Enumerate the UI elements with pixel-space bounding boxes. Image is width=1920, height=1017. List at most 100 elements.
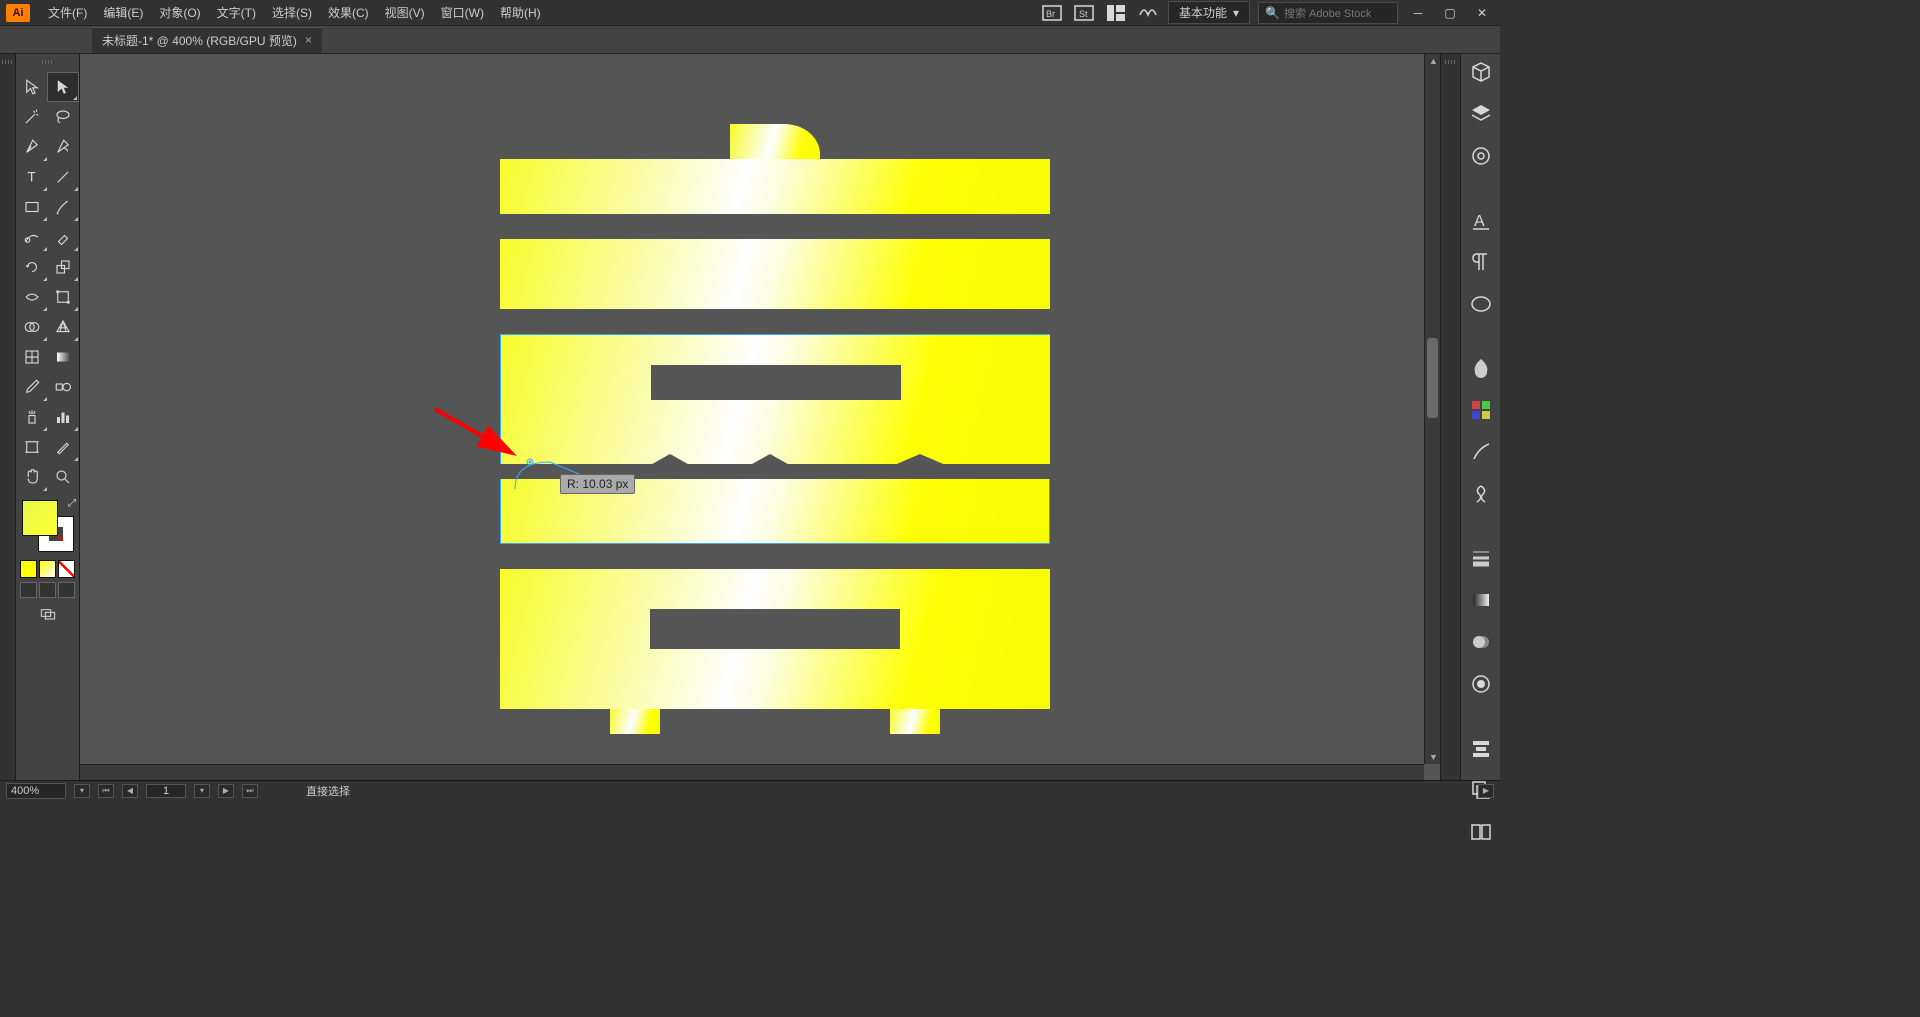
shaper-tool[interactable]: [16, 222, 48, 252]
perspective-grid-tool[interactable]: [48, 312, 80, 342]
eraser-tool[interactable]: [48, 222, 80, 252]
horizontal-scrollbar[interactable]: [80, 764, 1424, 780]
shape-builder-tool[interactable]: [16, 312, 48, 342]
right-dock-grip-icon[interactable]: [1445, 60, 1457, 64]
scroll-up-icon[interactable]: ▲: [1429, 56, 1438, 66]
artboard-number[interactable]: 1: [146, 784, 186, 798]
menu-object[interactable]: 对象(O): [151, 4, 208, 21]
svg-text:A: A: [1474, 213, 1485, 230]
toolbox-grip-icon[interactable]: [42, 60, 54, 64]
menu-file[interactable]: 文件(F): [40, 4, 95, 21]
draw-inside[interactable]: [58, 582, 75, 598]
stock-icon[interactable]: St: [1072, 3, 1096, 23]
scale-tool[interactable]: [48, 252, 80, 282]
zoom-level[interactable]: 400%: [6, 783, 66, 799]
paintbrush-tool[interactable]: [48, 192, 80, 222]
pen-tool[interactable]: [16, 132, 48, 162]
draw-behind[interactable]: [39, 582, 56, 598]
width-tool[interactable]: [16, 282, 48, 312]
window-maximize-icon[interactable]: ▢: [1438, 3, 1462, 23]
free-transform-tool[interactable]: [48, 282, 80, 312]
artboard-tool[interactable]: [16, 432, 48, 462]
symbols-icon[interactable]: [1469, 482, 1493, 506]
artboards-icon[interactable]: [1469, 820, 1493, 844]
selection-tool[interactable]: [16, 72, 47, 102]
canvas[interactable]: R: 10.03 px ▲ ▼: [80, 54, 1440, 780]
curvature-tool[interactable]: [48, 132, 80, 162]
direct-selection-tool[interactable]: [47, 72, 79, 102]
gradient-icon[interactable]: [1469, 588, 1493, 612]
rectangle-tool[interactable]: [16, 192, 48, 222]
artboard-dropdown-icon[interactable]: ▾: [194, 784, 210, 798]
last-artboard-icon[interactable]: ⏭: [242, 784, 258, 798]
type-tool[interactable]: T: [16, 162, 48, 192]
character-icon[interactable]: A: [1469, 208, 1493, 232]
color-mode-none[interactable]: [58, 560, 75, 578]
first-artboard-icon[interactable]: ⏮: [98, 784, 114, 798]
cc-libraries-icon[interactable]: [1469, 144, 1493, 168]
vertical-scrollbar[interactable]: ▲ ▼: [1424, 54, 1440, 764]
line-segment-tool[interactable]: [48, 162, 80, 192]
menu-type[interactable]: 文字(T): [209, 4, 264, 21]
symbol-sprayer-tool[interactable]: [16, 402, 48, 432]
left-dock: [0, 54, 16, 780]
transparency-icon[interactable]: [1469, 630, 1493, 654]
slice-tool[interactable]: [48, 432, 80, 462]
color-mode-solid[interactable]: [20, 560, 37, 578]
menu-window[interactable]: 窗口(W): [433, 4, 492, 21]
paragraph-icon[interactable]: [1469, 250, 1493, 274]
screen-mode-icon[interactable]: [34, 606, 62, 624]
mesh-tool[interactable]: [16, 342, 48, 372]
appearance-icon[interactable]: [1469, 672, 1493, 696]
corner-radius-tooltip: R: 10.03 px: [560, 474, 635, 494]
next-artboard-icon[interactable]: ▶: [218, 784, 234, 798]
color-icon[interactable]: [1469, 356, 1493, 380]
eyedropper-tool[interactable]: [16, 372, 48, 402]
window-close-icon[interactable]: ✕: [1470, 3, 1494, 23]
lasso-tool[interactable]: [48, 102, 80, 132]
workspace-switcher[interactable]: 基本功能 ▾: [1168, 1, 1250, 24]
menu-select[interactable]: 选择(S): [264, 4, 320, 21]
fill-stroke-swatches[interactable]: ⤢: [20, 498, 76, 554]
chevron-down-icon: ▾: [1233, 6, 1239, 20]
search-placeholder: 搜索 Adobe Stock: [1284, 5, 1371, 21]
layers-icon[interactable]: [1469, 102, 1493, 126]
swap-fill-stroke-icon[interactable]: ⤢: [68, 498, 76, 509]
fill-swatch[interactable]: [22, 500, 58, 536]
window-minimize-icon[interactable]: ─: [1406, 3, 1430, 23]
zoom-tool[interactable]: [48, 462, 80, 492]
scroll-down-icon[interactable]: ▼: [1429, 752, 1438, 762]
magic-wand-tool[interactable]: [16, 102, 48, 132]
zoom-dropdown-icon[interactable]: ▾: [74, 784, 90, 798]
blend-tool[interactable]: [48, 372, 80, 402]
draw-normal[interactable]: [20, 582, 37, 598]
swatches-icon[interactable]: [1469, 398, 1493, 422]
dock-grip-icon[interactable]: [2, 60, 14, 64]
bridge-icon[interactable]: Br: [1040, 3, 1064, 23]
3d-icon[interactable]: [1469, 60, 1493, 84]
menu-effect[interactable]: 效果(C): [320, 4, 377, 21]
column-graph-tool[interactable]: [48, 402, 80, 432]
menu-help[interactable]: 帮助(H): [492, 4, 549, 21]
stroke-icon[interactable]: [1469, 546, 1493, 570]
gradient-tool[interactable]: [48, 342, 80, 372]
status-menu-icon[interactable]: ▶: [1478, 784, 1494, 798]
scroll-thumb[interactable]: [1427, 338, 1438, 418]
opentype-icon[interactable]: [1469, 292, 1493, 316]
prev-artboard-icon[interactable]: ◀: [122, 784, 138, 798]
current-tool-label: 直接选择: [306, 783, 350, 799]
gpu-icon[interactable]: [1136, 3, 1160, 23]
document-tab[interactable]: 未标题-1* @ 400% (RGB/GPU 预览) ×: [92, 27, 322, 53]
arrange-documents-icon[interactable]: [1104, 3, 1128, 23]
right-dock: [1440, 54, 1460, 780]
svg-text:T: T: [27, 170, 35, 185]
align-icon[interactable]: [1469, 736, 1493, 760]
menu-edit[interactable]: 编辑(E): [95, 4, 151, 21]
color-mode-gradient[interactable]: [39, 560, 56, 578]
close-tab-icon[interactable]: ×: [305, 33, 312, 47]
rotate-tool[interactable]: [16, 252, 48, 282]
brushes-icon[interactable]: [1469, 440, 1493, 464]
menu-view[interactable]: 视图(V): [377, 4, 433, 21]
hand-tool[interactable]: [16, 462, 48, 492]
stock-search[interactable]: 🔍 搜索 Adobe Stock: [1258, 2, 1398, 24]
